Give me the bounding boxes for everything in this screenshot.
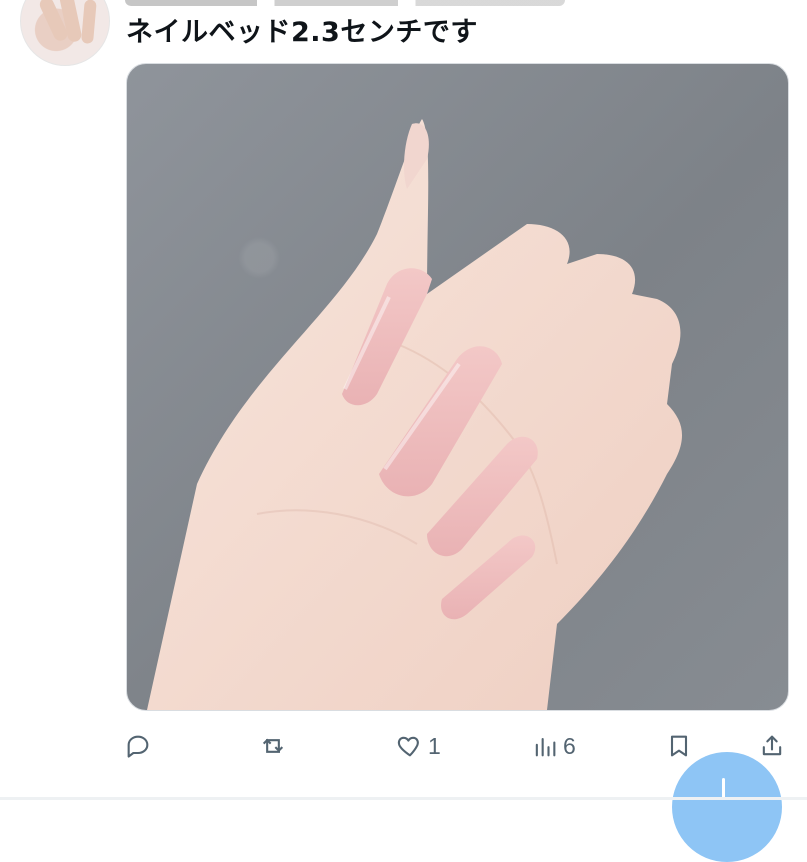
tweet-text: ネイルベッド2.3センチです: [126, 17, 478, 48]
like-button[interactable]: 1: [396, 728, 441, 764]
tweet-image[interactable]: [126, 63, 789, 711]
bookmark-icon: [670, 735, 688, 757]
views-button[interactable]: 6: [531, 728, 576, 764]
share-icon: [762, 735, 782, 756]
heart-icon: [397, 736, 419, 757]
bookmark-button[interactable]: [665, 728, 693, 764]
views-count: 6: [563, 732, 576, 759]
retweet-button[interactable]: [259, 728, 291, 764]
share-button[interactable]: [758, 728, 786, 764]
tweet-action-bar: 1 6: [124, 728, 794, 764]
reply-button[interactable]: [124, 728, 156, 764]
author-header: [125, 0, 565, 6]
reply-icon: [127, 735, 149, 758]
like-count: 1: [428, 732, 441, 759]
hand-with-long-nails-image: [147, 119, 682, 710]
avatar[interactable]: [20, 0, 110, 66]
views-icon: [535, 737, 556, 757]
retweet-icon: [262, 738, 284, 753]
compose-button[interactable]: [672, 752, 782, 862]
